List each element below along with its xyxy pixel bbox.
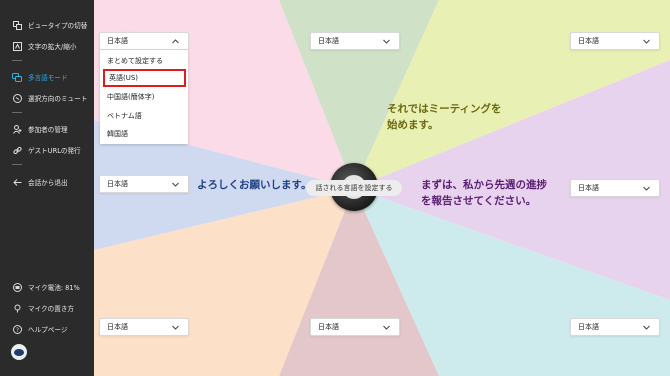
- participants-icon: [12, 124, 22, 134]
- speech-line: それではミーティングを: [387, 103, 502, 115]
- mic-battery-status: マイク電池: 81%: [0, 278, 94, 296]
- sidebar: ビュータイプの切替 文字の拡大/縮小 多言語モード 選択方向のミュート 参加者の…: [0, 0, 94, 376]
- sidebar-item-multilingual[interactable]: 多言語モード: [0, 68, 94, 86]
- chevron-down-icon: [172, 182, 179, 187]
- speech-line: を報告させてください。: [421, 195, 537, 207]
- mic-battery-icon: [12, 282, 22, 292]
- mic-placement-icon: [12, 303, 22, 313]
- dropdown-option-vietnamese[interactable]: ベトナム語: [100, 107, 188, 125]
- sidebar-item-label: ゲストURLの発行: [28, 147, 81, 155]
- language-select-value: 日本語: [578, 323, 599, 331]
- language-select-middle-left[interactable]: 日本語: [99, 175, 189, 193]
- avatar-image: [14, 348, 24, 356]
- language-select-value: 日本語: [578, 184, 599, 192]
- sidebar-item-label: 参加者の管理: [28, 126, 68, 134]
- text-zoom-icon: [12, 41, 22, 51]
- sidebar-item-mic-placement[interactable]: マイクの置き方: [0, 299, 94, 317]
- dropdown-option-label: 中国語(簡体字): [107, 93, 155, 101]
- chevron-down-icon: [643, 39, 650, 44]
- speech-line: よろしくお願いします。: [197, 179, 312, 191]
- language-select-bottom-center[interactable]: 日本語: [310, 318, 400, 336]
- dropdown-option-label: まとめて設定する: [107, 57, 163, 65]
- sidebar-item-participants[interactable]: 参加者の管理: [0, 120, 94, 138]
- sidebar-item-help[interactable]: ? ヘルプページ: [0, 320, 94, 338]
- chevron-up-icon: [172, 39, 179, 44]
- chevron-down-icon: [172, 325, 179, 330]
- speech-line: まずは、私から先週の進捗: [421, 179, 547, 191]
- sidebar-item-text-zoom[interactable]: 文字の拡大/縮小: [0, 37, 94, 55]
- mic-battery-label: マイク電池: 81%: [28, 284, 80, 292]
- dropdown-option-label: 韓国語: [107, 130, 128, 138]
- language-select-top-right[interactable]: 日本語: [570, 32, 660, 50]
- speech-caption-top-right: それではミーティングを 始めます。: [387, 101, 502, 133]
- dropdown-option-korean[interactable]: 韓国語: [100, 125, 188, 143]
- sidebar-item-exit[interactable]: 会話から退出: [0, 173, 94, 191]
- sidebar-divider: [12, 112, 22, 113]
- language-select-value: 日本語: [107, 180, 128, 188]
- sidebar-item-label: ヘルプページ: [28, 326, 68, 334]
- sidebar-divider: [12, 164, 22, 165]
- language-select-top-left[interactable]: 日本語: [99, 32, 189, 50]
- chevron-down-icon: [643, 325, 650, 330]
- language-select-middle-right[interactable]: 日本語: [570, 179, 660, 197]
- sidebar-item-guest-url[interactable]: ゲストURLの発行: [0, 141, 94, 159]
- sidebar-item-direction-mute[interactable]: 選択方向のミュート: [0, 89, 94, 107]
- speech-line: 始めます。: [387, 119, 439, 131]
- link-icon: [12, 145, 22, 155]
- language-select-value: 日本語: [318, 323, 339, 331]
- language-dropdown-menu: まとめて設定する 英語(US) 中国語(簡体字) ベトナム語 韓国語: [100, 50, 188, 144]
- set-spoken-language-button[interactable]: 話される言語を設定する: [306, 180, 402, 196]
- language-select-value: 日本語: [578, 37, 599, 45]
- sidebar-item-view-switch[interactable]: ビュータイプの切替: [0, 16, 94, 34]
- sidebar-item-label: ビュータイプの切替: [28, 22, 88, 30]
- dropdown-option-label: ベトナム語: [107, 112, 142, 120]
- sidebar-item-label: 会話から退出: [28, 179, 68, 187]
- view-switch-icon: [12, 20, 22, 30]
- language-select-bottom-left[interactable]: 日本語: [99, 318, 189, 336]
- direction-mute-icon: [12, 93, 22, 103]
- chevron-down-icon: [383, 325, 390, 330]
- sidebar-item-label: 文字の拡大/縮小: [28, 43, 77, 51]
- sidebar-item-label: マイクの置き方: [28, 305, 75, 313]
- sidebar-divider: [12, 60, 22, 61]
- multilingual-icon: [12, 72, 22, 82]
- chevron-down-icon: [383, 39, 390, 44]
- set-spoken-language-label: 話される言語を設定する: [315, 184, 393, 192]
- exit-icon: [12, 177, 22, 187]
- language-select-top-center[interactable]: 日本語: [310, 32, 400, 50]
- dropdown-option-label: 英語(US): [109, 74, 139, 82]
- svg-text:?: ?: [15, 326, 18, 333]
- dropdown-option-english-us[interactable]: 英語(US): [103, 69, 186, 87]
- dropdown-option-chinese-simplified[interactable]: 中国語(簡体字): [100, 88, 188, 106]
- sidebar-item-label: 選択方向のミュート: [28, 95, 88, 103]
- language-select-value: 日本語: [107, 37, 128, 45]
- speech-caption-left: よろしくお願いします。: [197, 177, 311, 193]
- help-icon: ?: [12, 324, 22, 334]
- dropdown-option-set-all[interactable]: まとめて設定する: [100, 52, 188, 70]
- language-select-bottom-right[interactable]: 日本語: [570, 318, 660, 336]
- language-select-value: 日本語: [107, 323, 128, 331]
- avatar[interactable]: [11, 344, 27, 360]
- language-select-value: 日本語: [318, 37, 339, 45]
- speech-caption-right: まずは、私から先週の進捗 を報告させてください。: [421, 177, 547, 209]
- chevron-down-icon: [643, 186, 650, 191]
- sidebar-item-label: 多言語モード: [28, 74, 68, 82]
